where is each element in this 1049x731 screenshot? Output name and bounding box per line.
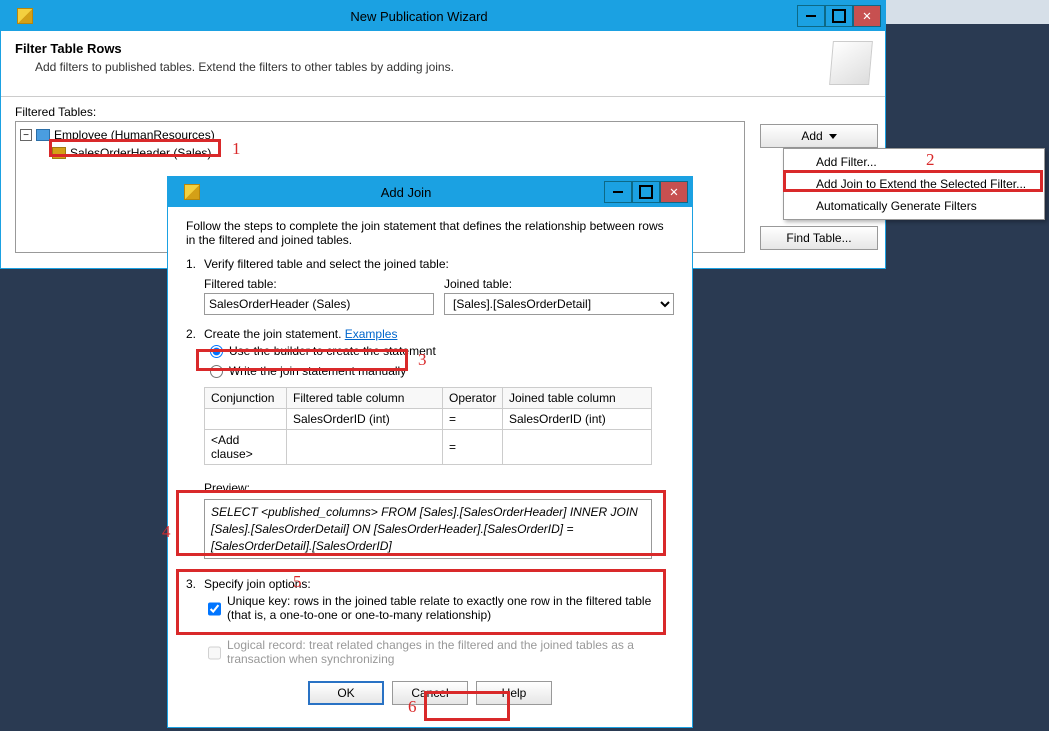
step-3: 3. Specify join options: Unique key: row…: [186, 577, 674, 625]
join-titlebar: Add Join ✕: [168, 177, 692, 207]
filtered-table-label: Filtered table:: [204, 277, 434, 291]
col-joined: Joined table column: [503, 388, 652, 409]
cancel-button[interactable]: Cancel: [392, 681, 468, 705]
join-minimize-button[interactable]: [604, 181, 632, 203]
tree-root-label: Employee (HumanResources): [54, 128, 215, 142]
dialog-buttons: OK Cancel Help: [186, 681, 674, 705]
filtered-table-field: [204, 293, 434, 315]
logical-record-label: Logical record: treat related changes in…: [227, 638, 670, 666]
preview-label: Preview:: [204, 481, 674, 495]
preview-box: SELECT <published_columns> FROM [Sales].…: [204, 499, 652, 559]
menu-add-filter[interactable]: Add Filter...: [786, 151, 1042, 173]
unique-key-row[interactable]: Unique key: rows in the joined table rel…: [204, 591, 674, 625]
join-body: Follow the steps to complete the join st…: [168, 207, 692, 717]
minimize-button[interactable]: [797, 5, 825, 27]
background-strip: [886, 0, 1049, 24]
step-1: 1. Verify filtered table and select the …: [186, 257, 674, 315]
step-2: 2. Create the join statement. Examples U…: [186, 327, 674, 381]
maximize-button[interactable]: [825, 5, 853, 27]
tree-collapse-icon[interactable]: −: [20, 129, 32, 141]
col-conjunction: Conjunction: [205, 388, 287, 409]
logical-record-checkbox: [208, 640, 221, 666]
wizard-title: New Publication Wizard: [41, 9, 797, 24]
close-button[interactable]: ✕: [853, 5, 881, 27]
radio-builder[interactable]: [210, 345, 223, 358]
help-button[interactable]: Help: [476, 681, 552, 705]
add-dropdown-button[interactable]: Add: [760, 124, 878, 148]
col-filtered: Filtered table column: [287, 388, 443, 409]
radio-manual-label: Write the join statement manually: [229, 364, 406, 378]
radio-manual[interactable]: [210, 365, 223, 378]
table-row[interactable]: SalesOrderID (int) = SalesOrderID (int): [205, 409, 652, 430]
page-subtitle: Add filters to published tables. Extend …: [15, 60, 831, 74]
join-close-button[interactable]: ✕: [660, 181, 688, 203]
join-dialog-icon: [184, 184, 200, 200]
step1-label: Verify filtered table and select the joi…: [204, 257, 674, 271]
add-button-label: Add: [801, 129, 822, 143]
logical-record-row: Logical record: treat related changes in…: [204, 635, 674, 669]
join-intro: Follow the steps to complete the join st…: [186, 219, 674, 247]
step3-label: Specify join options:: [204, 577, 674, 591]
tree-child-label: SalesOrderHeader (Sales): [70, 146, 211, 160]
add-dropdown-menu: Add Filter... Add Join to Extend the Sel…: [783, 148, 1045, 220]
window-controls: ✕: [797, 5, 881, 27]
find-table-label: Find Table...: [786, 231, 851, 245]
table-icon: [36, 129, 50, 141]
table-row-add[interactable]: <Add clause> =: [205, 430, 652, 465]
col-operator: Operator: [443, 388, 503, 409]
join-dialog-title: Add Join: [208, 185, 604, 200]
wizard-titlebar: New Publication Wizard ✕: [1, 1, 885, 31]
unique-key-label: Unique key: rows in the joined table rel…: [227, 594, 670, 622]
examples-link[interactable]: Examples: [345, 327, 398, 341]
join-icon: [52, 147, 66, 159]
filtered-tables-label: Filtered Tables:: [15, 105, 871, 119]
page-title: Filter Table Rows: [15, 41, 831, 56]
joined-table-label: Joined table:: [444, 277, 674, 291]
wizard-icon: [17, 8, 33, 24]
unique-key-checkbox[interactable]: [208, 596, 221, 622]
joined-table-select[interactable]: [Sales].[SalesOrderDetail]: [444, 293, 674, 315]
menu-auto-generate[interactable]: Automatically Generate Filters: [786, 195, 1042, 217]
radio-builder-row[interactable]: Use the builder to create the statement: [204, 341, 674, 361]
header-graphic: [829, 41, 873, 85]
tree-row-child[interactable]: SalesOrderHeader (Sales): [20, 144, 740, 162]
tree-row-root[interactable]: − Employee (HumanResources): [20, 126, 740, 144]
radio-manual-row[interactable]: Write the join statement manually: [204, 361, 674, 381]
find-table-button[interactable]: Find Table...: [760, 226, 878, 250]
step2-label: Create the join statement.: [204, 327, 345, 341]
join-clause-table[interactable]: Conjunction Filtered table column Operat…: [204, 387, 652, 465]
ok-button[interactable]: OK: [308, 681, 384, 705]
join-maximize-button[interactable]: [632, 181, 660, 203]
add-join-dialog: Add Join ✕ Follow the steps to complete …: [167, 176, 693, 728]
radio-builder-label: Use the builder to create the statement: [229, 344, 436, 358]
wizard-header: Filter Table Rows Add filters to publish…: [1, 31, 885, 97]
menu-add-join[interactable]: Add Join to Extend the Selected Filter..…: [786, 173, 1042, 195]
